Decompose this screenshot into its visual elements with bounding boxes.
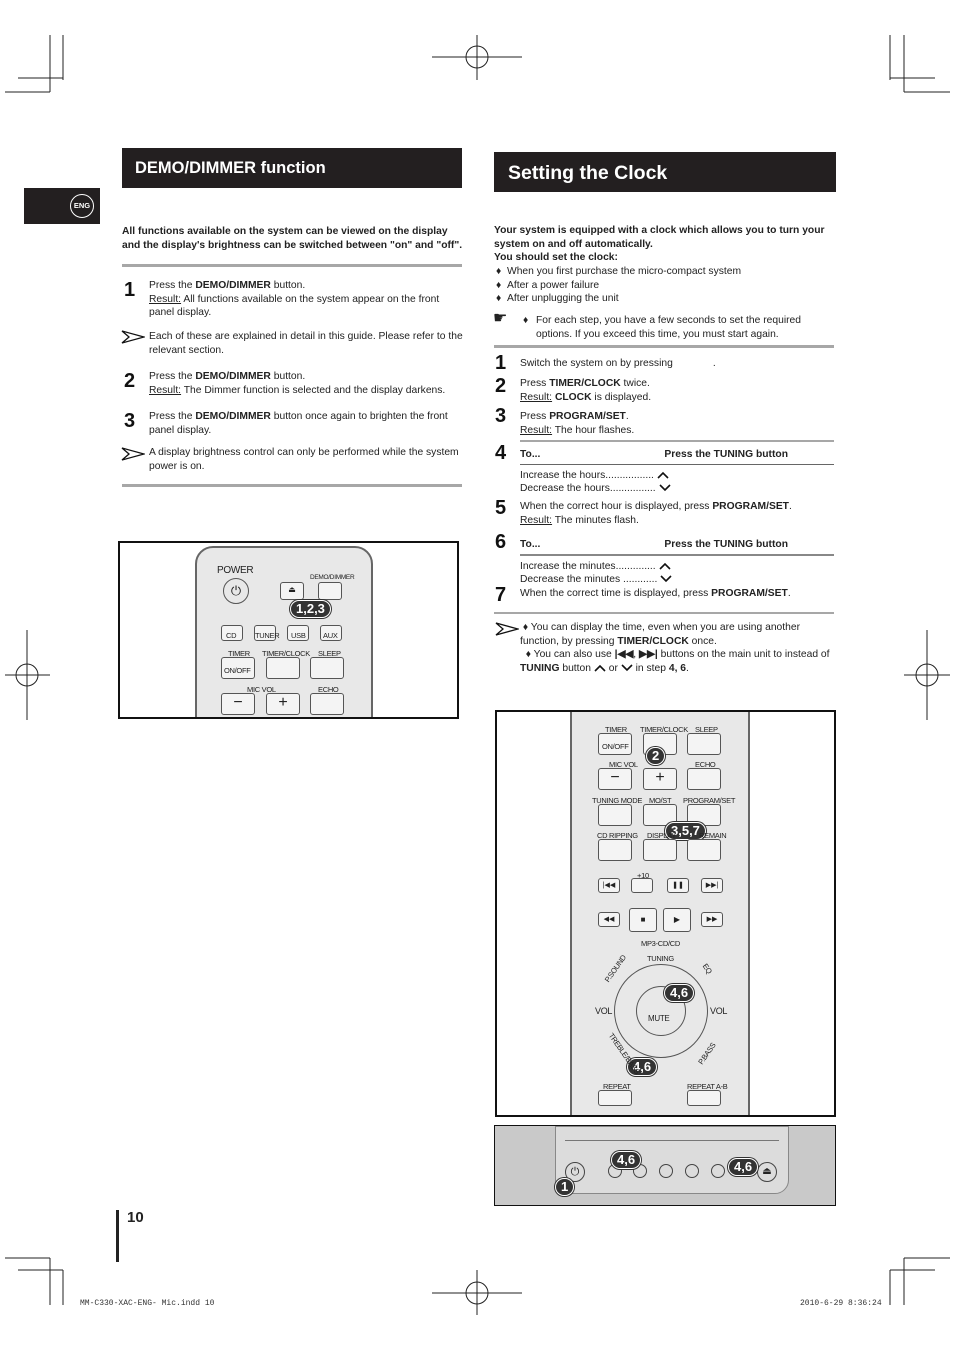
step-number: 7 [495, 584, 507, 606]
divider [494, 345, 834, 348]
minutes-table: To... Press the TUNING button Increase th… [520, 538, 834, 587]
page-number: 10 [127, 1209, 144, 1226]
chevron-down-icon [660, 575, 672, 583]
left-intro: All functions available on the system ca… [122, 226, 463, 251]
chevron-up-icon [658, 562, 671, 570]
note-arrow-icon [121, 330, 145, 344]
eject-icon: ⏏ [757, 1162, 777, 1182]
main-unit-panel-illustration: ⏻ ⏏ 1 4,6 4,6 [494, 1125, 836, 1206]
hours-table: To... Press the TUNING button Increase th… [520, 448, 834, 496]
right-step-3: Press PROGRAM/SET. Result: The hour flash… [520, 411, 635, 436]
divider [520, 440, 834, 442]
right-step-7: When the correct time is displayed, pres… [520, 588, 791, 599]
chevron-up-icon [657, 471, 669, 479]
step-badge: 1 [555, 1178, 575, 1196]
divider [122, 484, 462, 487]
pointing-hand-icon: ☛ [493, 310, 508, 327]
step-badge: 1,2,3 [290, 600, 331, 618]
language-tab: ENG [24, 188, 100, 224]
skip-forward-icon: ▶▶| [639, 649, 658, 660]
step-badge: 4,6 [664, 984, 695, 1002]
chevron-down-icon [621, 664, 633, 671]
left-note-2: A display brightness control can only be… [149, 447, 459, 472]
step-number: 2 [124, 370, 136, 392]
left-step-1: Press the DEMO/DIMMER button. Result: All… [149, 280, 440, 318]
note-arrow-icon [495, 622, 519, 636]
power-icon: ⏻ [223, 578, 249, 604]
left-step-2: Press the DEMO/DIMMER button. Result: The… [149, 371, 446, 396]
tip-text: For each step, you have a few seconds to… [536, 315, 802, 340]
right-step-2: Press TIMER/CLOCK twice. Result: CLOCK is… [520, 378, 652, 403]
left-note-1: Each of these are explained in detail in… [149, 331, 463, 356]
section-title-demo-dimmer: DEMO/DIMMER function [122, 148, 462, 188]
note-arrow-icon [121, 447, 145, 461]
right-step-1: Switch the system on by pressing. [520, 358, 716, 369]
list-item: ♦ When you first purchase the micro-comp… [496, 266, 742, 277]
footer-date: 2010-6-29 8:36:24 [800, 1299, 882, 1308]
step-badge: 2 [646, 747, 666, 765]
remote-illustration-right: TIMER TIMER/CLOCK SLEEP ON/OFF 2 MIC VOL… [495, 710, 836, 1117]
remote-illustration-left: POWER DEMO/DIMMER ⏻ ⏏ 1,2,3 CD TUNER USB… [118, 541, 459, 719]
right-notes: ♦ You can display the time, even when yo… [520, 622, 830, 674]
chevron-up-icon [594, 664, 606, 672]
right-step-5: When the correct hour is displayed, pres… [520, 501, 792, 526]
step-number: 5 [495, 497, 507, 519]
divider [494, 612, 834, 614]
page-number-bar [116, 1210, 119, 1262]
left-step-3: Press the DEMO/DIMMER button once again … [149, 411, 448, 436]
language-label: ENG [70, 194, 94, 218]
step-number: 3 [495, 405, 507, 427]
step-number: 2 [495, 375, 507, 397]
right-intro: Your system is equipped with a clock whi… [494, 225, 825, 263]
chevron-down-icon [658, 484, 671, 492]
list-item: ♦ After unplugging the unit [496, 293, 619, 304]
bullet-list: ♦ When you first purchase the micro-comp… [496, 265, 836, 306]
step-number: 4 [495, 442, 507, 464]
step-badge: 4,6 [611, 1151, 642, 1169]
divider [122, 264, 462, 267]
section-title-setting-clock: Setting the Clock [494, 152, 836, 192]
step-number: 6 [495, 531, 507, 553]
step-number: 3 [124, 410, 136, 432]
skip-back-icon: |◀◀ [614, 649, 634, 660]
step-badge: 4,6 [728, 1158, 759, 1176]
list-item: ♦ After a power failure [496, 279, 600, 291]
footer-file: MM-C330-XAC-ENG- Mic.indd 10 [80, 1299, 215, 1308]
step-number: 1 [495, 352, 507, 374]
bullet: ♦ [523, 315, 529, 326]
step-number: 1 [124, 279, 136, 301]
